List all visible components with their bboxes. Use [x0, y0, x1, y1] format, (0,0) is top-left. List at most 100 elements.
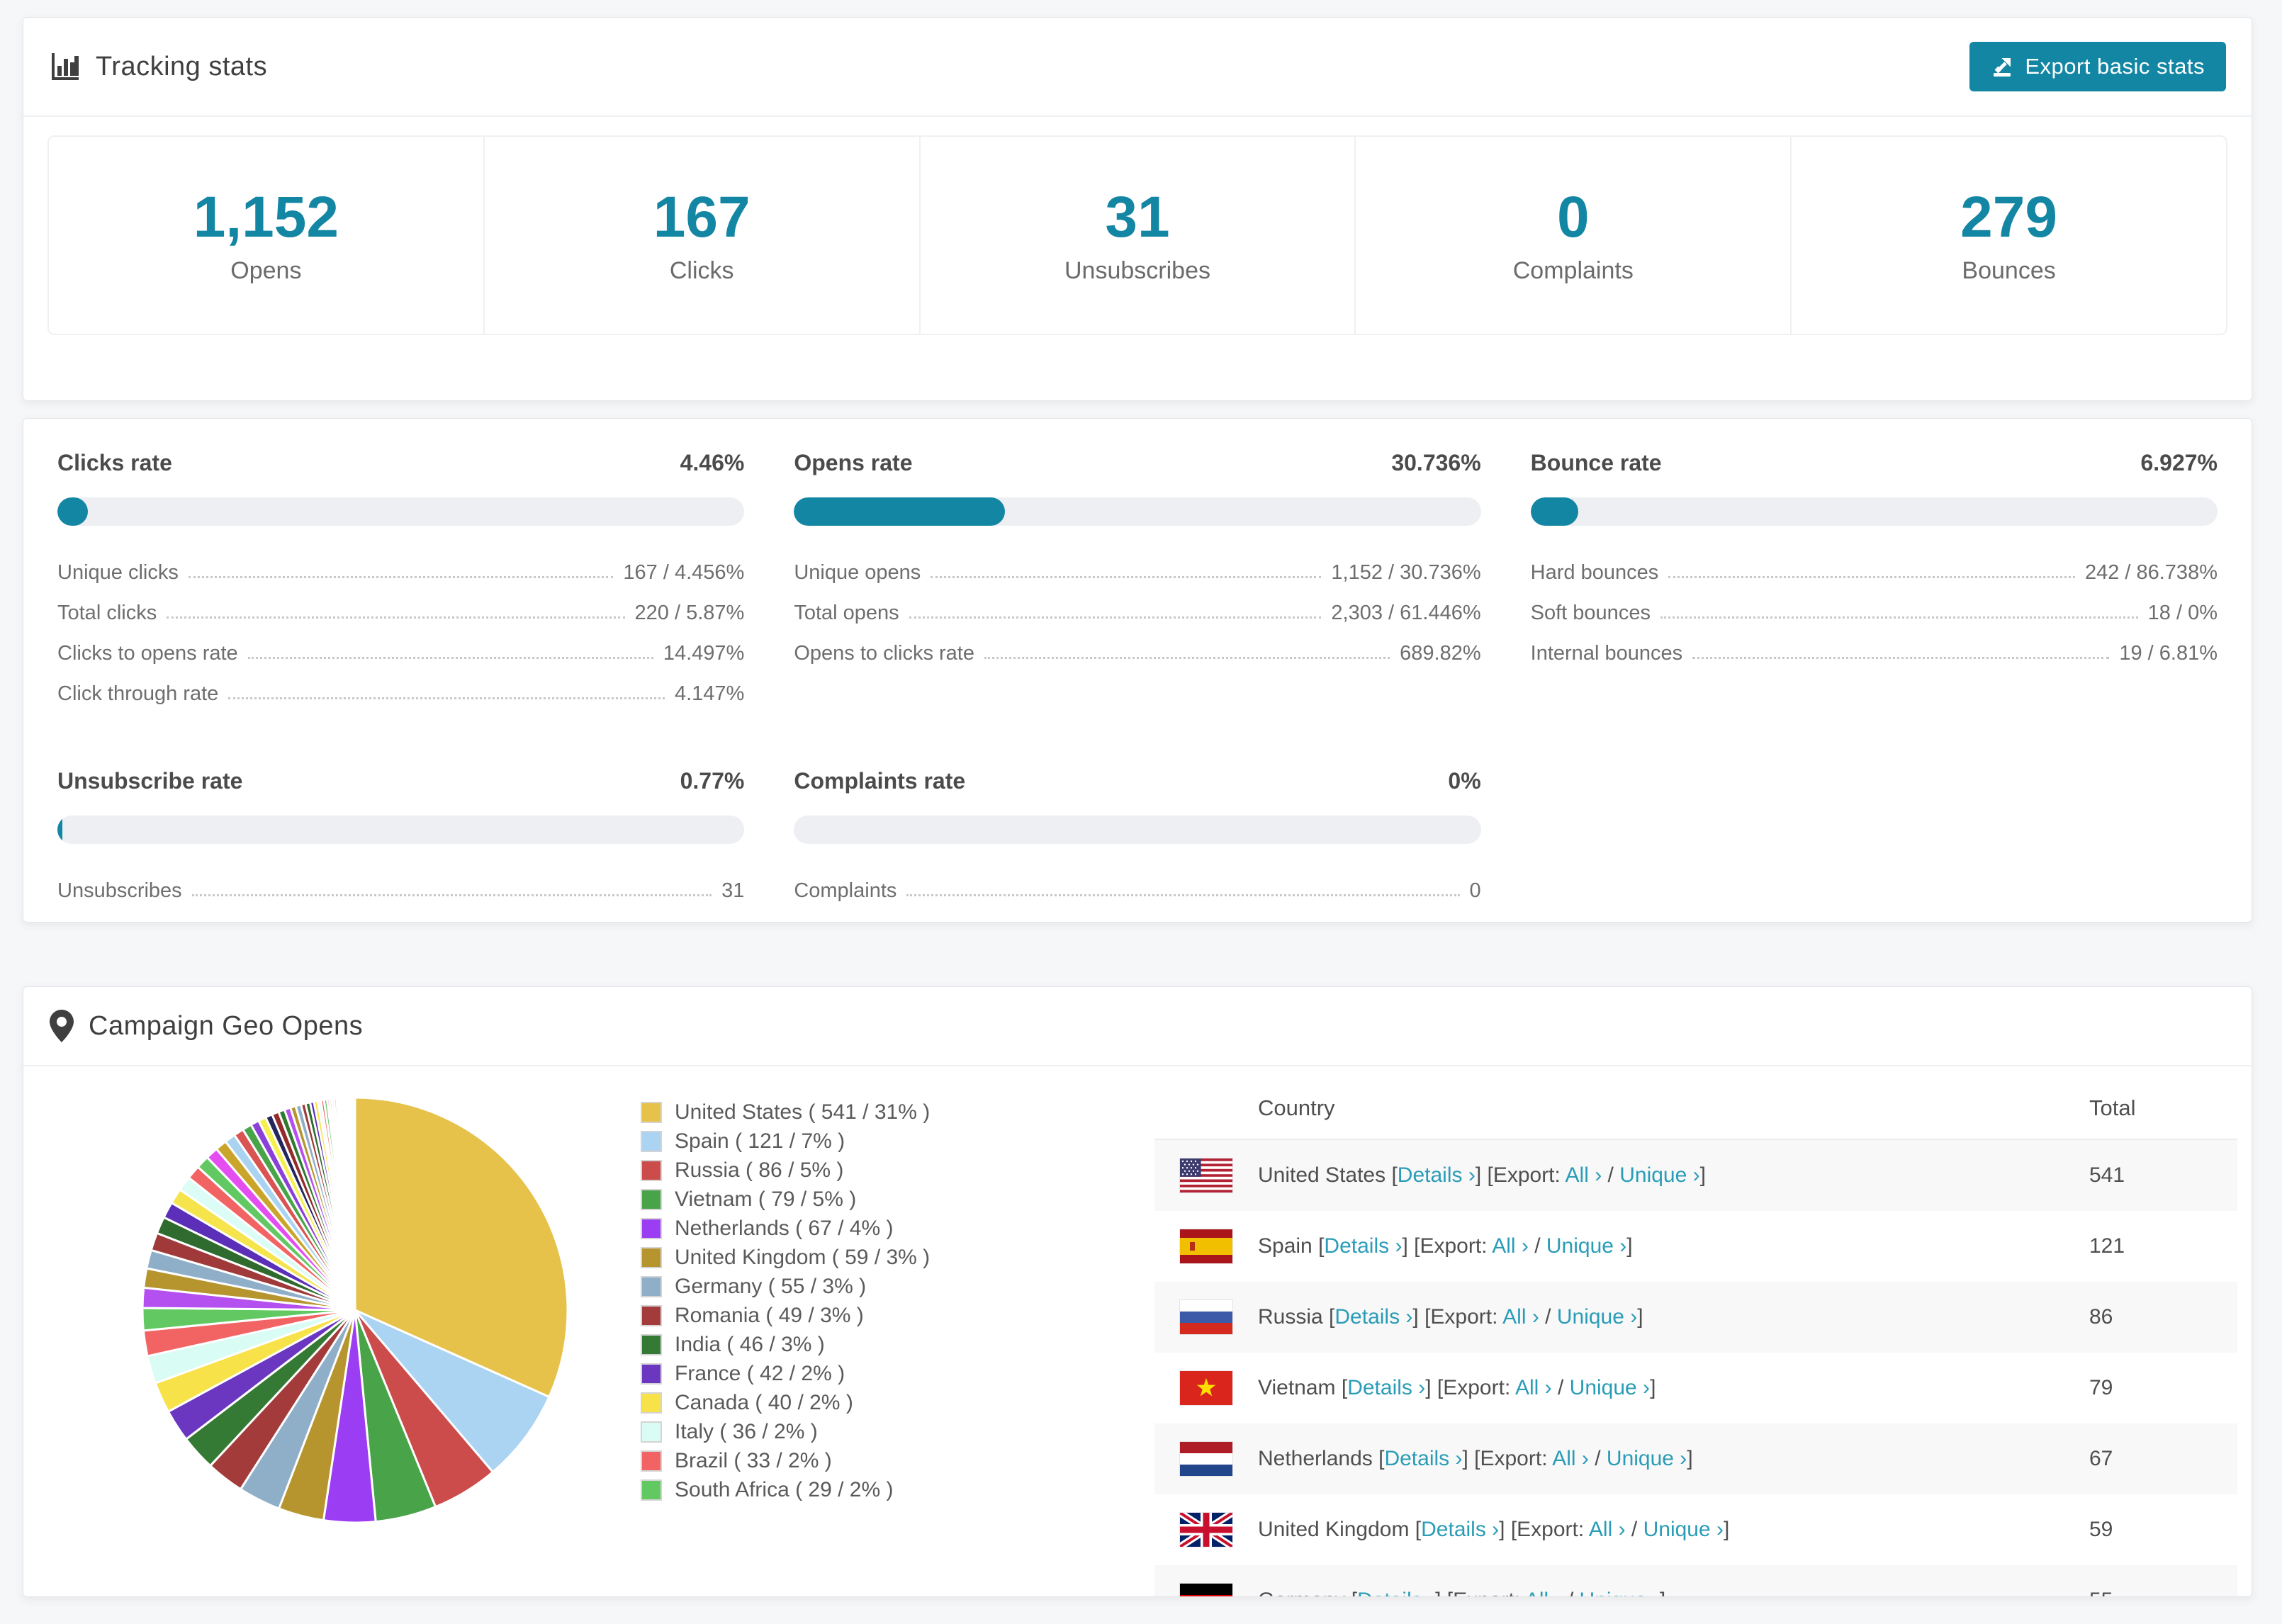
- rate-stat-line: Click through rate 4.147%: [57, 665, 744, 706]
- legend-item[interactable]: France ( 42 / 2% ): [641, 1359, 930, 1388]
- export-label: ] [Export:: [1499, 1518, 1589, 1541]
- export-all-link[interactable]: All ›: [1502, 1305, 1539, 1329]
- dotted-leader: [906, 894, 1460, 896]
- bracket: [: [1391, 1163, 1398, 1187]
- export-unique-link[interactable]: Unique ›: [1607, 1447, 1687, 1470]
- dotted-leader: [191, 894, 712, 896]
- rate-stat-label: Total clicks: [57, 602, 157, 624]
- clicks-rate-section: Clicks rate 4.46% Unique clicks 167 / 4.4…: [57, 450, 745, 706]
- export-basic-stats-button[interactable]: Export basic stats: [1969, 42, 2226, 91]
- legend-item[interactable]: Italy ( 36 / 2% ): [641, 1417, 930, 1446]
- export-all-link[interactable]: All ›: [1552, 1447, 1589, 1470]
- details-link[interactable]: Details ›: [1357, 1589, 1435, 1596]
- dotted-leader: [984, 657, 1390, 659]
- geo-table-row: Netherlands [Details ›] [Export: All › /…: [1154, 1423, 2237, 1494]
- opens-count: 1,152: [193, 185, 339, 250]
- export-unique-link[interactable]: Unique ›: [1580, 1589, 1660, 1596]
- legend-item[interactable]: Brazil ( 33 / 2% ): [641, 1446, 930, 1475]
- legend-swatch: [641, 1333, 662, 1355]
- details-link[interactable]: Details ›: [1398, 1163, 1476, 1187]
- rate-stat-value: 242 / 86.738%: [2084, 561, 2218, 584]
- legend-item[interactable]: Vietnam ( 79 / 5% ): [641, 1185, 930, 1214]
- opens-label: Opens: [230, 256, 302, 284]
- export-unique-link[interactable]: Unique ›: [1557, 1305, 1637, 1329]
- rate-stat-value: 220 / 5.87%: [634, 602, 745, 624]
- rate-stat-line: Internal bounces 19 / 6.81%: [1531, 625, 2218, 665]
- export-unique-link[interactable]: Unique ›: [1546, 1234, 1626, 1258]
- legend-item[interactable]: India ( 46 / 3% ): [641, 1330, 930, 1359]
- export-unique-link[interactable]: Unique ›: [1643, 1518, 1724, 1541]
- legend-item[interactable]: South Africa ( 29 / 2% ): [641, 1475, 930, 1504]
- country-name: Russia: [1258, 1305, 1330, 1329]
- opens-rate-progressbar: [794, 497, 1481, 526]
- legend-item[interactable]: United Kingdom ( 59 / 3% ): [641, 1243, 930, 1272]
- rate-stat-label: Hard bounces: [1530, 561, 1659, 584]
- bracket: [: [1341, 1376, 1348, 1399]
- details-link[interactable]: Details ›: [1334, 1305, 1412, 1329]
- legend-swatch: [641, 1363, 662, 1385]
- country-cell: Netherlands [Details ›] [Export: All › /…: [1258, 1447, 2089, 1471]
- rates-card: Clicks rate 4.46% Unique clicks 167 / 4.4…: [23, 418, 2252, 923]
- country-name: United Kingdom: [1258, 1518, 1415, 1541]
- legend-item[interactable]: Canada ( 40 / 2% ): [641, 1388, 930, 1417]
- rates-grid: Clicks rate 4.46% Unique clicks 167 / 4.4…: [57, 450, 2218, 903]
- rate-stat-line: Soft bounces 18 / 0%: [1531, 585, 2218, 625]
- geo-table-row: United States [Details ›] [Export: All ›…: [1154, 1140, 2237, 1211]
- dotted-leader: [1668, 576, 2075, 578]
- details-link[interactable]: Details ›: [1384, 1447, 1462, 1470]
- legend-label: United Kingdom ( 59 / 3% ): [675, 1245, 931, 1269]
- opens-rate-title: Opens rate: [794, 450, 913, 475]
- geo-table-row: United Kingdom [Details ›] [Export: All …: [1154, 1494, 2237, 1565]
- country-column-header: Country: [1258, 1095, 1335, 1120]
- export-all-link[interactable]: All ›: [1566, 1163, 1602, 1187]
- rate-stat-line: Complaints 0: [794, 862, 1480, 903]
- stat-clicks: 167 Clicks: [485, 137, 921, 334]
- legend-item[interactable]: Netherlands ( 67 / 4% ): [641, 1214, 930, 1243]
- export-label: ] [Export:: [1435, 1589, 1525, 1596]
- details-link[interactable]: Details ›: [1421, 1518, 1499, 1541]
- export-all-link[interactable]: All ›: [1589, 1518, 1626, 1541]
- rate-stat-value: 19 / 6.81%: [2119, 642, 2218, 665]
- pie-slice[interactable]: [353, 1096, 356, 1312]
- rate-stat-value: 167 / 4.456%: [623, 561, 745, 584]
- rate-stat-label: Opens to clicks rate: [794, 642, 974, 665]
- bracket: ]: [1687, 1447, 1693, 1470]
- export-label: ] [Export:: [1412, 1305, 1503, 1329]
- slash: /: [1562, 1589, 1580, 1596]
- gb-flag-icon: [1180, 1513, 1258, 1547]
- rate-stat-line: Total clicks 220 / 5.87%: [57, 585, 744, 625]
- stats-summary-row: 1,152 Opens 167 Clicks 31 Unsubscribes 0…: [47, 135, 2227, 335]
- legend-item[interactable]: Spain ( 121 / 7% ): [641, 1127, 930, 1156]
- export-unique-link[interactable]: Unique ›: [1570, 1376, 1650, 1399]
- export-all-link[interactable]: All ›: [1515, 1376, 1552, 1399]
- legend-swatch: [641, 1188, 662, 1210]
- bounces-count: 279: [1960, 185, 2057, 250]
- slash: /: [1528, 1234, 1546, 1258]
- geo-table-body: United States [Details ›] [Export: All ›…: [1154, 1140, 2237, 1596]
- details-link[interactable]: Details ›: [1324, 1234, 1402, 1258]
- legend-item[interactable]: Germany ( 55 / 3% ): [641, 1272, 930, 1301]
- geo-table-row: Vietnam [Details ›] [Export: All › / Uni…: [1154, 1353, 2237, 1423]
- legend-item[interactable]: United States ( 541 / 31% ): [641, 1098, 930, 1127]
- export-unique-link[interactable]: Unique ›: [1619, 1163, 1699, 1187]
- export-label: ] [Export:: [1475, 1163, 1566, 1187]
- stat-bounces: 279 Bounces: [1792, 137, 2226, 334]
- rate-stat-value: 14.497%: [663, 642, 745, 665]
- geo-opens-pie-chart[interactable]: [135, 1090, 575, 1530]
- legend-label: Vietnam ( 79 / 5% ): [675, 1187, 857, 1211]
- rate-stat-value: 31: [721, 879, 745, 902]
- legend-item[interactable]: Russia ( 86 / 5% ): [641, 1156, 930, 1185]
- unsubscribes-label: Unsubscribes: [1064, 256, 1210, 284]
- legend-label: Spain ( 121 / 7% ): [675, 1129, 845, 1153]
- bar-chart-icon: [49, 50, 82, 83]
- vn-flag-icon: [1180, 1371, 1258, 1405]
- bracket: ]: [1660, 1589, 1665, 1596]
- clicks-rate-progressbar: [57, 497, 745, 526]
- legend-swatch: [641, 1450, 662, 1472]
- rate-stat-value: 4.147%: [674, 682, 745, 705]
- export-all-link[interactable]: All ›: [1525, 1589, 1562, 1596]
- legend-item[interactable]: Romania ( 49 / 3% ): [641, 1301, 930, 1330]
- details-link[interactable]: Details ›: [1347, 1376, 1425, 1399]
- export-all-link[interactable]: All ›: [1492, 1234, 1529, 1258]
- clicks-count: 167: [653, 185, 751, 250]
